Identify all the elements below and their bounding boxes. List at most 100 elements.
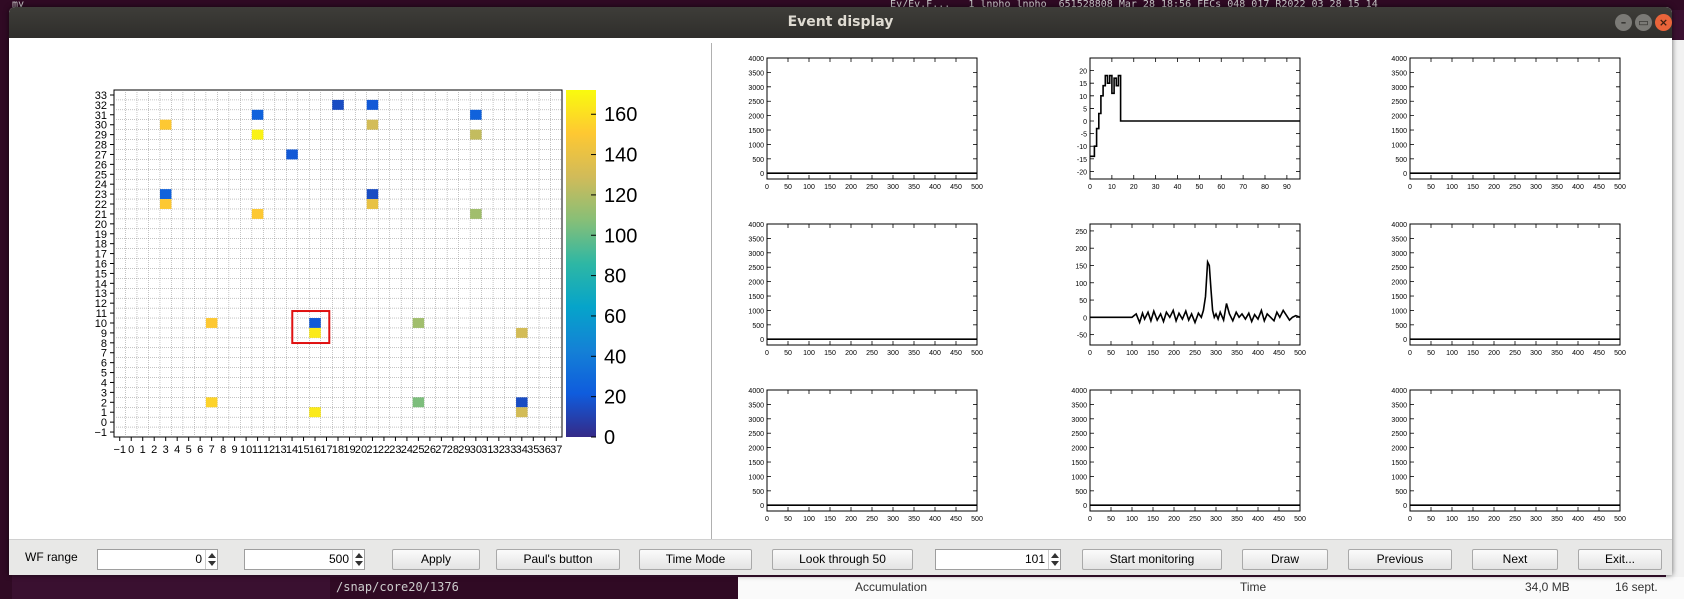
start-monitoring-button[interactable]: Start monitoring	[1082, 549, 1222, 570]
minimize-button[interactable]: –	[1615, 14, 1632, 31]
wf-range-min-spinner[interactable]	[205, 550, 217, 569]
x-tick-label: 400	[929, 350, 941, 357]
y-tick-label: 0	[1403, 337, 1407, 344]
y-tick-label: 3000	[1391, 251, 1407, 258]
x-tick-label: 50	[1107, 350, 1115, 357]
x-tick-label: 400	[1572, 350, 1584, 357]
x-tick-label: 350	[908, 350, 920, 357]
y-tick-label: 3500	[1391, 236, 1407, 243]
waveform-frame	[766, 223, 978, 346]
x-tick-label: 0	[1088, 350, 1092, 357]
x-tick-label: 300	[1530, 184, 1542, 191]
waveform-frame	[1089, 57, 1301, 180]
y-tick-label: 1500	[748, 128, 764, 135]
y-tick-label: 0	[1083, 315, 1087, 322]
x-tick-label: 200	[845, 184, 857, 191]
waveform-panel-9: 0 50 100 150 200 250 300 350 400 450 500 0 500 1000 15…	[1391, 388, 1626, 523]
x-tick-label: 0	[1088, 516, 1092, 523]
y-tick-label: 0	[1083, 119, 1087, 126]
y-tick-label: 0	[1403, 503, 1407, 510]
look-through-button[interactable]: Look through 50	[772, 549, 913, 570]
x-tick-label: 450	[950, 350, 962, 357]
x-tick-label: 350	[1231, 516, 1243, 523]
x-tick-label: 60	[1217, 184, 1225, 191]
x-tick-label: 0	[765, 350, 769, 357]
y-tick-label: 2500	[1391, 265, 1407, 272]
y-tick-label: 0	[1403, 171, 1407, 178]
x-tick-label: 450	[950, 516, 962, 523]
x-tick-label: 150	[1147, 516, 1159, 523]
y-tick-label: -10	[1077, 144, 1087, 151]
y-tick-label: 0	[1083, 503, 1087, 510]
wf-range-max-field[interactable]: 500	[244, 549, 365, 570]
draw-button[interactable]: Draw	[1242, 549, 1328, 570]
x-tick-label: 150	[824, 516, 836, 523]
x-tick-label: 10	[1108, 184, 1116, 191]
pauls-button[interactable]: Paul's button	[496, 549, 620, 570]
x-tick-label: 20	[1130, 184, 1138, 191]
background-date-label: 16 sept.	[1615, 580, 1658, 594]
y-tick-label: 4000	[1071, 388, 1087, 395]
y-tick-label: 3000	[1071, 417, 1087, 424]
x-tick-label: 350	[1551, 184, 1563, 191]
x-tick-label: 450	[1273, 516, 1285, 523]
x-tick-label: 500	[971, 350, 983, 357]
y-tick-label: 3000	[748, 85, 764, 92]
spin-up-icon[interactable]	[208, 553, 216, 558]
y-tick-label: 1000	[1071, 474, 1087, 481]
x-tick-label: 100	[1446, 184, 1458, 191]
previous-button[interactable]: Previous	[1348, 549, 1452, 570]
event-number-field[interactable]: 101	[935, 549, 1061, 570]
maximize-button[interactable]: ▭	[1635, 14, 1652, 31]
x-tick-label: 250	[1509, 184, 1521, 191]
x-tick-label: 200	[845, 350, 857, 357]
y-tick-label: 0	[760, 503, 764, 510]
x-tick-label: 90	[1283, 184, 1291, 191]
x-tick-label: 300	[887, 184, 899, 191]
wf-range-min-value: 0	[195, 552, 202, 566]
x-tick-label: 500	[1614, 516, 1626, 523]
wf-range-max-spinner[interactable]	[352, 550, 364, 569]
x-tick-label: 100	[803, 516, 815, 523]
x-tick-label: 150	[1467, 516, 1479, 523]
x-tick-label: 250	[866, 184, 878, 191]
x-tick-label: 400	[1572, 184, 1584, 191]
waveform-panel-5: 0 50 100 150 200 250 300 350 400 450 500 -50 0 50 100 1…	[1075, 223, 1306, 357]
next-button[interactable]: Next	[1472, 549, 1558, 570]
spin-up-icon[interactable]	[1051, 553, 1059, 558]
x-tick-label: 300	[1210, 350, 1222, 357]
x-tick-label: 300	[887, 350, 899, 357]
x-tick-label: 150	[1467, 184, 1479, 191]
y-tick-label: 2000	[1391, 280, 1407, 287]
wf-range-label: WF range	[25, 550, 78, 564]
x-tick-label: 70	[1239, 184, 1247, 191]
y-tick-label: 500	[1075, 489, 1087, 496]
y-tick-label: 0	[760, 337, 764, 344]
event-number-spinner[interactable]	[1048, 550, 1060, 569]
y-tick-label: 500	[1395, 157, 1407, 164]
spin-up-icon[interactable]	[355, 553, 363, 558]
window-title: Event display	[787, 14, 894, 30]
time-mode-button[interactable]: Time Mode	[639, 549, 752, 570]
x-tick-label: 200	[1488, 350, 1500, 357]
spin-down-icon[interactable]	[355, 561, 363, 566]
y-tick-label: 50	[1079, 298, 1087, 305]
apply-button[interactable]: Apply	[392, 549, 480, 570]
waveform-frame	[1089, 223, 1301, 346]
x-tick-label: 350	[908, 516, 920, 523]
waveform-frame	[1089, 389, 1301, 512]
waveform-frame	[1409, 223, 1621, 346]
exit-button[interactable]: Exit...	[1578, 549, 1662, 570]
x-tick-label: 0	[1408, 350, 1412, 357]
x-tick-label: 200	[1488, 516, 1500, 523]
x-tick-label: 50	[784, 350, 792, 357]
title-bar[interactable]: Event display – ▭ ×	[9, 7, 1672, 38]
wf-range-min-field[interactable]: 0	[97, 549, 218, 570]
spin-down-icon[interactable]	[1051, 561, 1059, 566]
y-tick-label: 3500	[1071, 402, 1087, 409]
y-tick-label: 500	[1395, 489, 1407, 496]
x-tick-label: 150	[1147, 350, 1159, 357]
close-button[interactable]: ×	[1655, 14, 1672, 31]
y-tick-label: 200	[1075, 246, 1087, 253]
spin-down-icon[interactable]	[208, 561, 216, 566]
